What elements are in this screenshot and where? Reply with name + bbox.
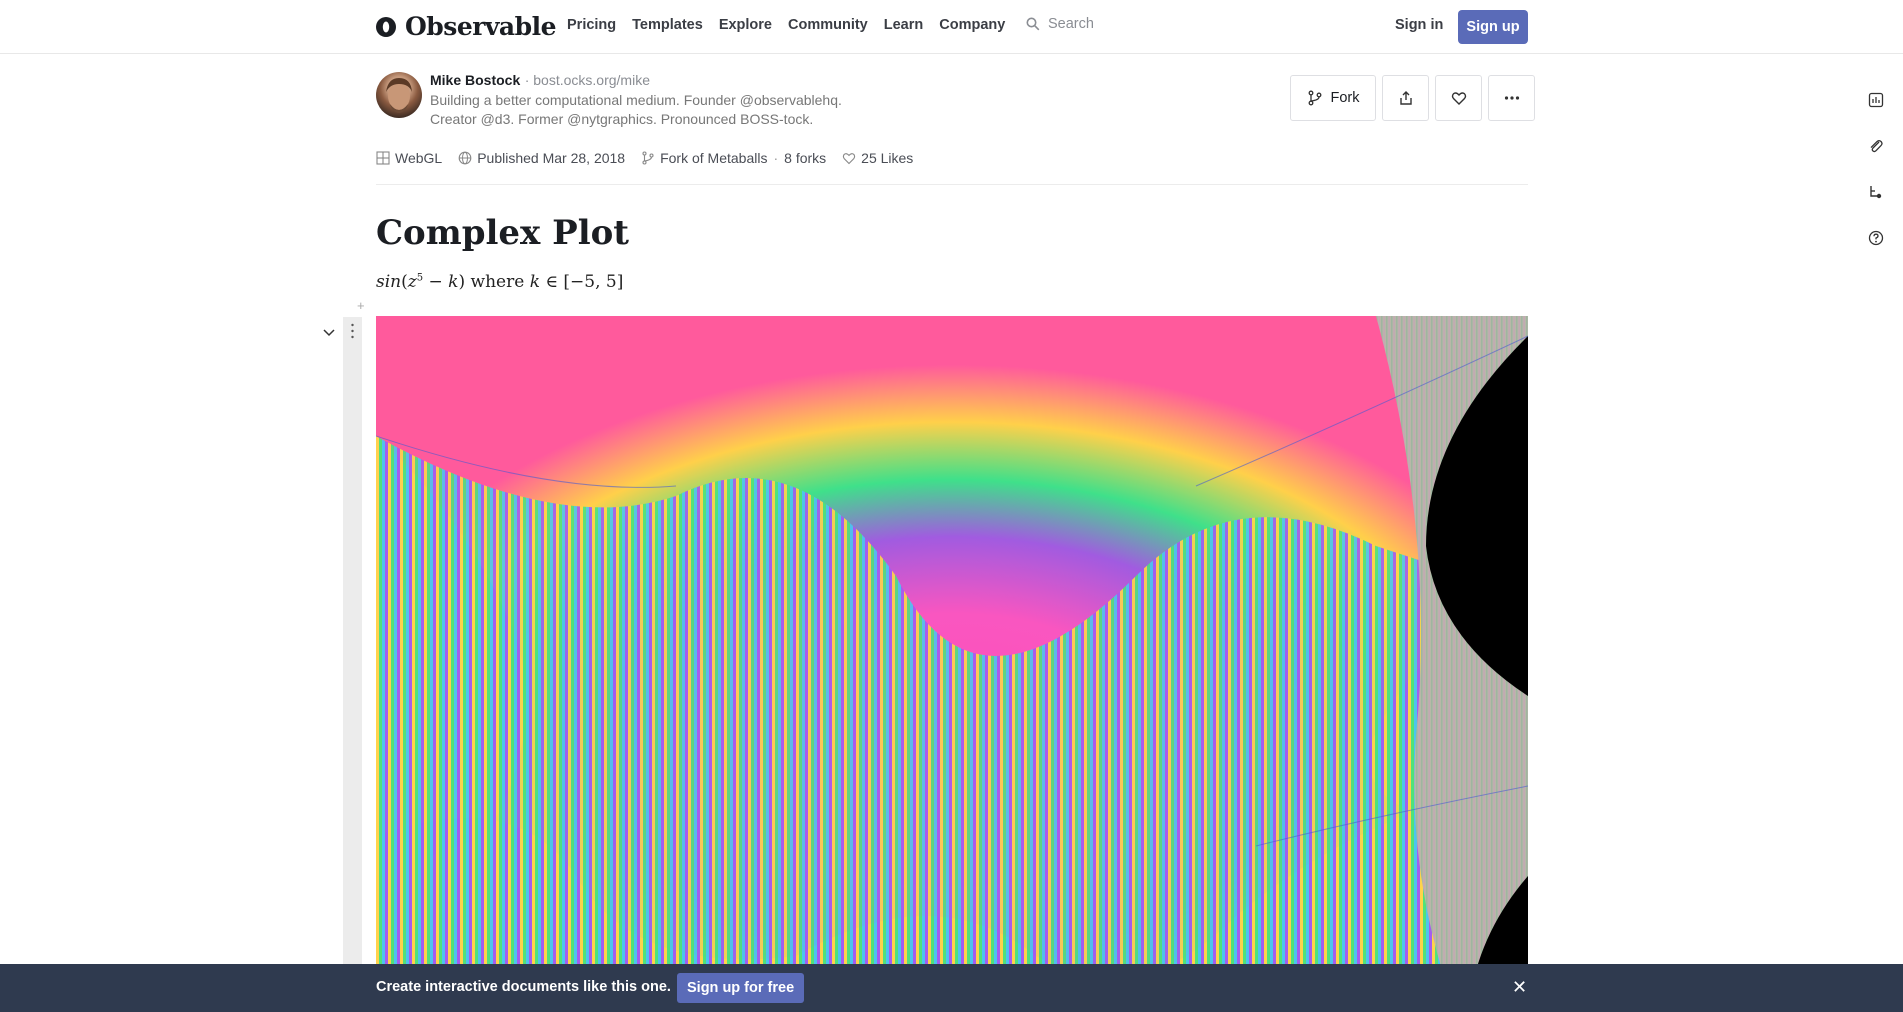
- formula-exponent: 5: [416, 272, 424, 284]
- sign-in-link[interactable]: Sign in: [1395, 17, 1443, 33]
- nav-company[interactable]: Company: [939, 17, 1005, 33]
- notebook-title: Complex Plot: [376, 213, 630, 253]
- banner-text: Create interactive documents like this o…: [376, 979, 671, 995]
- top-navigation-bar: Observable Pricing Templates Explore Com…: [0, 0, 1903, 54]
- search-box[interactable]: [1026, 16, 1208, 32]
- search-input[interactable]: [1048, 16, 1208, 32]
- brand-name: Observable: [405, 12, 557, 41]
- author-url[interactable]: bost.ocks.org/mike: [533, 72, 650, 88]
- formula-function: sin: [376, 272, 402, 292]
- author-bio-line-2: Creator @d3. Former @nytgraphics. Pronou…: [430, 110, 814, 127]
- like-button[interactable]: [1435, 75, 1482, 121]
- formula-variable: z: [407, 272, 417, 292]
- formula-constant-k: k: [529, 272, 540, 292]
- chart-icon[interactable]: [1868, 92, 1884, 108]
- heart-icon: [843, 153, 856, 165]
- complex-plot-canvas[interactable]: [376, 316, 1528, 1012]
- author-bio-line-1: Building a better computational medium. …: [430, 92, 842, 108]
- heart-icon: [1451, 92, 1466, 105]
- fork-icon: [1308, 90, 1321, 106]
- signup-banner: Create interactive documents like this o…: [0, 964, 1903, 1012]
- chevron-down-icon[interactable]: [322, 325, 336, 339]
- sign-up-button[interactable]: Sign up: [1458, 10, 1528, 44]
- nav-learn[interactable]: Learn: [884, 17, 924, 33]
- share-button[interactable]: [1382, 75, 1429, 121]
- dependency-icon[interactable]: [1868, 184, 1884, 200]
- grid-icon: [376, 151, 390, 165]
- formula-range: [−5, 5]: [563, 272, 624, 292]
- nav-explore[interactable]: Explore: [719, 17, 772, 33]
- likes-count: 25 Likes: [861, 150, 914, 166]
- main-nav: Pricing Templates Explore Community Lear…: [567, 17, 1005, 33]
- fork-of-link[interactable]: Fork of Metaballs: [641, 150, 767, 166]
- help-icon[interactable]: [1868, 230, 1884, 246]
- observable-logo-icon: [376, 16, 396, 37]
- collection-link[interactable]: WebGL: [376, 150, 442, 166]
- add-cell-icon[interactable]: +: [357, 298, 365, 313]
- close-icon[interactable]: ✕: [1512, 977, 1527, 998]
- avatar-image: [386, 78, 412, 113]
- formula-text: sin(z5 − k) where k ∈ [−5, 5]: [376, 272, 624, 292]
- formula-constant: k: [448, 272, 459, 292]
- author-name[interactable]: Mike Bostock: [430, 72, 520, 88]
- more-button[interactable]: [1488, 75, 1535, 121]
- author-info: Mike Bostock · bost.ocks.org/mike Buildi…: [430, 72, 890, 127]
- nav-templates[interactable]: Templates: [632, 17, 703, 33]
- likes-link[interactable]: 25 Likes: [842, 150, 913, 166]
- fork-button[interactable]: Fork: [1290, 75, 1376, 121]
- forks-count[interactable]: 8 forks: [784, 150, 826, 166]
- paperclip-icon[interactable]: [1868, 138, 1884, 154]
- banner-signup-button[interactable]: Sign up for free: [677, 973, 805, 1003]
- cell-gutter: [343, 317, 362, 1012]
- fork-label: Fork: [1330, 90, 1360, 106]
- published-info: Published Mar 28, 2018: [458, 150, 625, 166]
- fork-icon: [642, 151, 654, 165]
- right-side-rail: [1868, 92, 1884, 246]
- more-horizontal-icon: [1504, 96, 1519, 100]
- nav-community[interactable]: Community: [788, 17, 868, 33]
- domain-coloring-plot: [376, 316, 1528, 1012]
- header-divider: [376, 184, 1528, 185]
- collection-label: WebGL: [395, 150, 443, 166]
- search-icon: [1026, 17, 1040, 31]
- notebook-meta: WebGL Published Mar 28, 2018 Fork of Met…: [376, 150, 929, 166]
- notebook-actions: Fork: [1290, 75, 1535, 121]
- observable-logo[interactable]: Observable: [375, 12, 557, 41]
- cell-menu-icon[interactable]: [351, 323, 354, 339]
- formula-where: where: [470, 272, 525, 292]
- nav-pricing[interactable]: Pricing: [567, 17, 616, 33]
- globe-icon: [458, 151, 472, 165]
- fork-of-label: Fork of Metaballs: [660, 150, 768, 166]
- avatar[interactable]: [376, 72, 422, 118]
- published-date: Published Mar 28, 2018: [477, 150, 626, 166]
- share-icon: [1399, 91, 1412, 105]
